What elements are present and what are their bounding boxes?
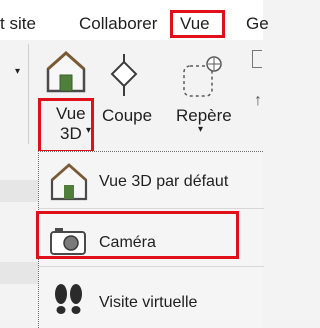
footprints-icon xyxy=(55,284,82,314)
ribbon-tabs: t site Collaborer Vue Ge xyxy=(0,0,269,40)
tab-collaborer[interactable]: Collaborer xyxy=(79,14,157,34)
background-band xyxy=(0,180,38,202)
background-band xyxy=(0,262,38,284)
camera-highlight xyxy=(36,211,239,259)
tab-site[interactable]: t site xyxy=(0,14,36,34)
menu-item-visite-virtuelle[interactable]: Visite virtuelle xyxy=(39,274,264,324)
tab-ge[interactable]: Ge xyxy=(246,14,269,34)
partial-tool-icon[interactable]: ↑ xyxy=(254,92,262,110)
section-icon xyxy=(110,54,138,96)
repere-label: Repère xyxy=(176,106,232,125)
tab-vue-highlight xyxy=(170,10,225,38)
callout-icon xyxy=(183,56,222,97)
coupe-label: Coupe xyxy=(102,106,153,125)
coupe-button[interactable]: Coupe xyxy=(100,44,152,125)
menu-item-label: Visite virtuelle xyxy=(99,294,198,311)
chevron-down-icon: ▾ xyxy=(198,124,204,135)
house-3d-icon xyxy=(46,50,86,93)
repere-button[interactable]: Repère ▾ xyxy=(172,44,232,135)
menu-separator xyxy=(39,208,264,209)
house-3d-icon xyxy=(50,163,88,201)
panel-left-dropdown-icon[interactable]: ▾ xyxy=(15,66,20,77)
panel-separator xyxy=(28,44,29,144)
menu-item-label: Vue 3D par défaut xyxy=(99,173,229,190)
menu-separator xyxy=(39,266,264,267)
menu-item-vue3d-par-defaut[interactable]: Vue 3D par défaut xyxy=(39,158,264,208)
vue3d-highlight xyxy=(38,98,94,153)
partial-tool-icon[interactable] xyxy=(252,50,262,68)
